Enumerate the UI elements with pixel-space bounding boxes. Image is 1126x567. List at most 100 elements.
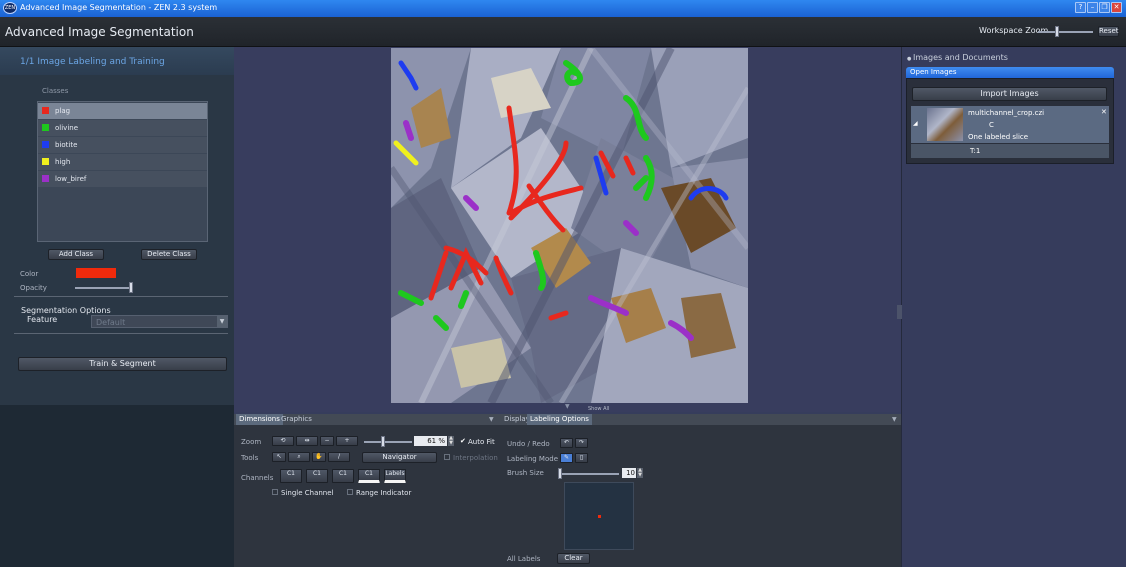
time-row: T:1 [911,144,1109,158]
app-title: Advanced Image Segmentation [5,25,194,39]
brush-size-label: Brush Size [507,469,544,477]
channel-button[interactable]: C1 [332,469,354,483]
class-item-olivine[interactable]: olivine [38,120,207,136]
class-color-swatch [42,107,49,114]
class-item-biotite[interactable]: biotite [38,137,207,153]
class-label: biotite [55,141,78,149]
clear-button[interactable]: Clear [557,553,590,564]
tab-dimensions[interactable]: Dimensions [236,414,283,425]
show-all-toggle[interactable]: Show All [588,406,609,412]
time-label: T:1 [970,147,981,155]
auto-fit-label: Auto Fit [468,438,495,446]
expand-icon[interactable]: ◢ [913,120,918,127]
file-name: multichannel_crop.czi [968,109,1045,117]
divider [14,296,228,297]
zoom-label: Zoom [241,438,262,446]
help-button[interactable]: ? [1075,2,1086,13]
zoom-value-field[interactable]: 61 % [414,436,447,446]
close-icon[interactable]: ✕ [1101,108,1107,116]
channel-button[interactable]: C1 [280,469,302,483]
zoom-slider-thumb[interactable] [381,436,385,447]
color-picker[interactable] [76,268,116,278]
eraser-mode-icon[interactable]: ▯ [575,453,588,463]
class-color-swatch [42,124,49,131]
zoom-tool-icon[interactable]: ⌕ [288,452,310,462]
interpolation-checkbox[interactable] [444,454,450,460]
all-labels-label: All Labels [507,555,541,563]
class-item-high[interactable]: high [38,154,207,170]
brush-icon[interactable]: / [328,452,350,462]
thin-section-image [391,48,748,403]
minimize-button[interactable]: – [1087,2,1098,13]
chevron-down-icon: ▼ [217,316,227,327]
delete-class-button[interactable]: Delete Class [141,249,197,260]
class-color-swatch [42,158,49,165]
tab-graphics[interactable]: Graphics [278,414,315,425]
feature-value: Default [96,318,126,327]
opacity-slider[interactable] [75,287,133,289]
channels-label: Channels [241,474,274,482]
panel-collapse-handle[interactable] [897,305,902,319]
images-documents-title[interactable]: ● Images and Documents [907,53,1008,62]
class-item-plag[interactable]: plag [38,103,207,119]
class-item-low-biref[interactable]: low_biref [38,171,207,187]
opacity-label: Opacity [20,284,47,292]
step-header[interactable]: 1/1 Image Labeling and Training [0,47,234,75]
image-document-item[interactable]: ◢ multichannel_crop.czi ✕ C One labeled … [911,106,1109,143]
window-title: Advanced Image Segmentation - ZEN 2.3 sy… [20,3,218,12]
zen-logo: ZEN [3,2,17,14]
workspace-zoom-slider[interactable] [1038,31,1093,33]
labels-channel-button[interactable]: Labels [384,469,406,483]
zoom-fit-icon[interactable]: ⟲ [272,436,294,446]
pointer-icon[interactable]: ↖ [272,452,286,462]
zoom-in-icon[interactable]: + [336,436,358,446]
opacity-slider-thumb[interactable] [129,282,133,293]
chevron-down-icon[interactable]: ▼ [489,416,494,423]
brush-size-thumb[interactable] [558,468,562,479]
right-panel: ● Images and Documents Open Images Impor… [901,47,1126,567]
undo-icon[interactable]: ↶ [560,438,573,448]
brush-size-slider[interactable] [559,473,619,475]
check-icon[interactable]: ✔ [460,437,466,445]
brush-preview [564,482,634,550]
segmentation-image[interactable] [391,48,748,403]
zoom-out-icon[interactable]: − [320,436,334,446]
zoom-fullwidth-icon[interactable]: ⇹ [296,436,318,446]
tools-label: Tools [241,454,259,462]
zoom-stepper[interactable]: ▲ ▼ [448,436,454,446]
channel-button-active[interactable]: C1 [358,469,380,483]
zoom-slider[interactable] [364,441,412,443]
open-images-label: Open Images [910,68,957,76]
class-label: plag [55,107,71,115]
classes-label: Classes [42,87,69,95]
left-panel: 1/1 Image Labeling and Training Classes … [0,47,234,567]
single-channel-checkbox[interactable] [272,489,278,495]
brush-size-field[interactable]: 10 [622,468,636,478]
close-button[interactable]: ✕ [1111,2,1122,13]
train-segment-button[interactable]: Train & Segment [18,357,227,371]
navigator-button[interactable]: Navigator [362,452,437,463]
feature-dropdown[interactable]: Default ▼ [91,315,228,328]
image-thumbnail [927,108,963,141]
interpolation-label: Interpolation [453,454,498,462]
redo-icon[interactable]: ↷ [575,438,588,448]
open-images-header[interactable]: Open Images [906,67,1114,78]
chevron-down-icon[interactable]: ▼ [892,416,897,423]
tab-labeling-options[interactable]: Labeling Options [527,414,592,425]
range-indicator-checkbox[interactable] [347,489,353,495]
add-class-button[interactable]: Add Class [48,249,104,260]
workspace-zoom-thumb[interactable] [1055,26,1059,37]
segmentation-options-label: Segmentation Options [21,306,111,315]
class-color-swatch [42,175,49,182]
pan-icon[interactable]: ✋ [312,452,326,462]
maximize-button[interactable]: ❐ [1099,2,1110,13]
slice-info: One labeled slice [968,133,1029,141]
brush-size-stepper[interactable]: ▲ ▼ [637,468,643,478]
reset-button[interactable]: Reset [1098,26,1119,37]
channel-button[interactable]: C1 [306,469,328,483]
brush-mode-icon[interactable]: ✎ [560,453,573,463]
import-images-button[interactable]: Import Images [912,87,1107,101]
class-color-swatch [42,141,49,148]
right-tab-bar: Display Labeling Options ▼ [499,414,901,425]
collapse-arrow-icon[interactable]: ▼ [565,404,573,410]
